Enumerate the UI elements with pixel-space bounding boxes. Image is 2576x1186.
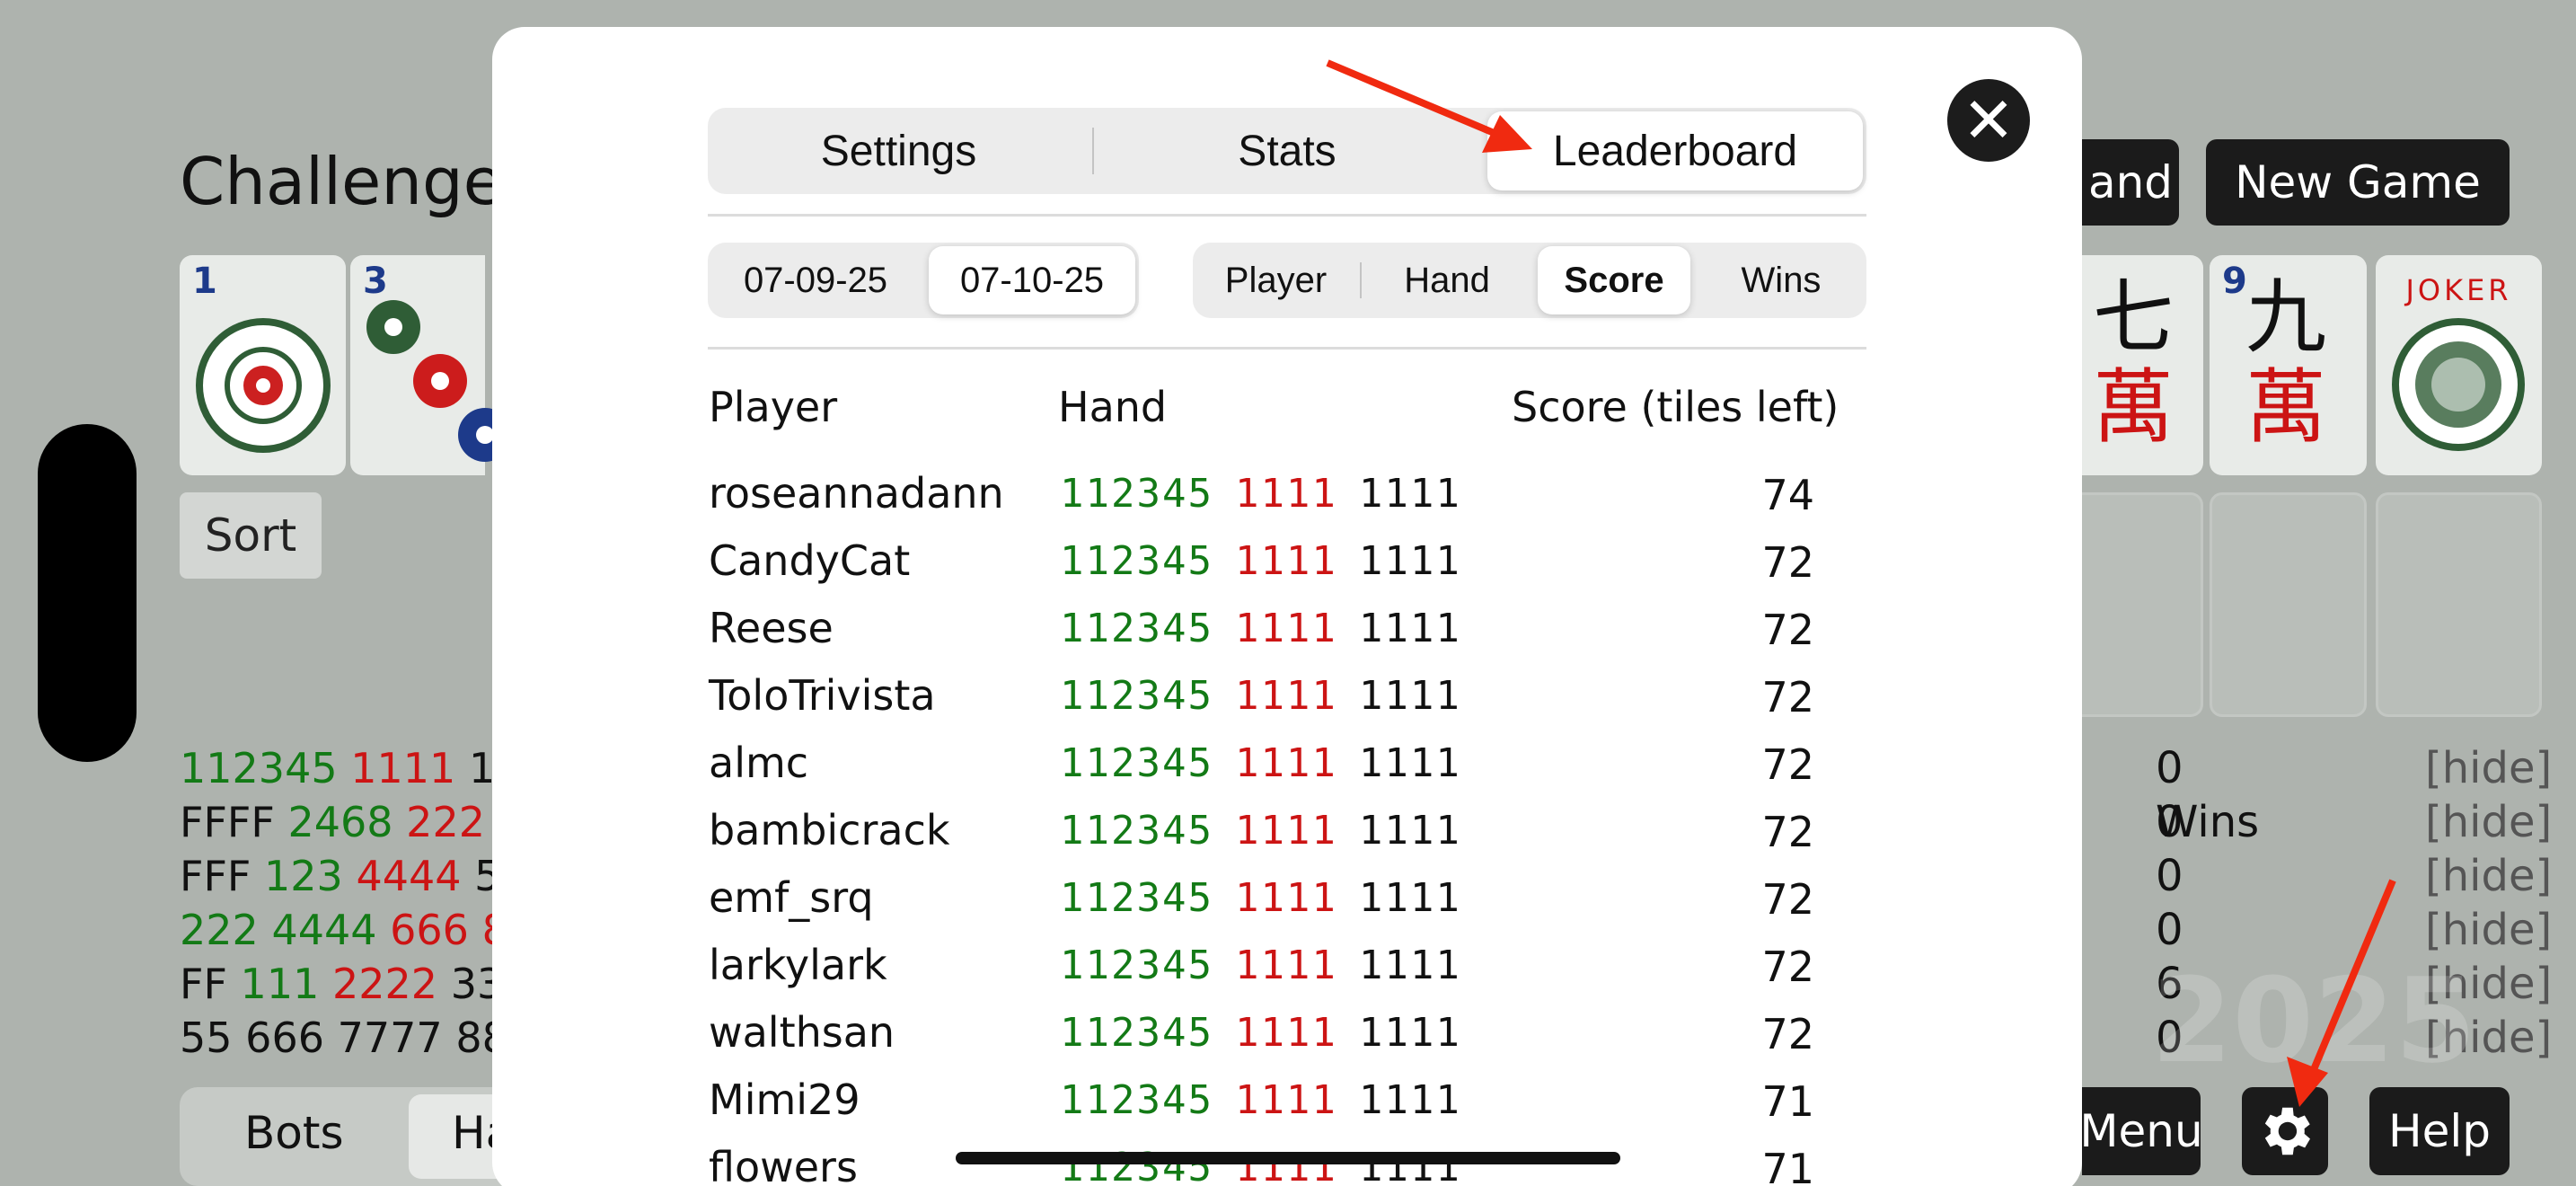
arrow-to-leaderboard — [1326, 59, 1511, 143]
arrow-to-gear — [2307, 879, 2396, 1080]
arrow-head-gear — [2287, 1057, 2328, 1107]
annotation-arrows — [1326, 59, 2396, 1107]
